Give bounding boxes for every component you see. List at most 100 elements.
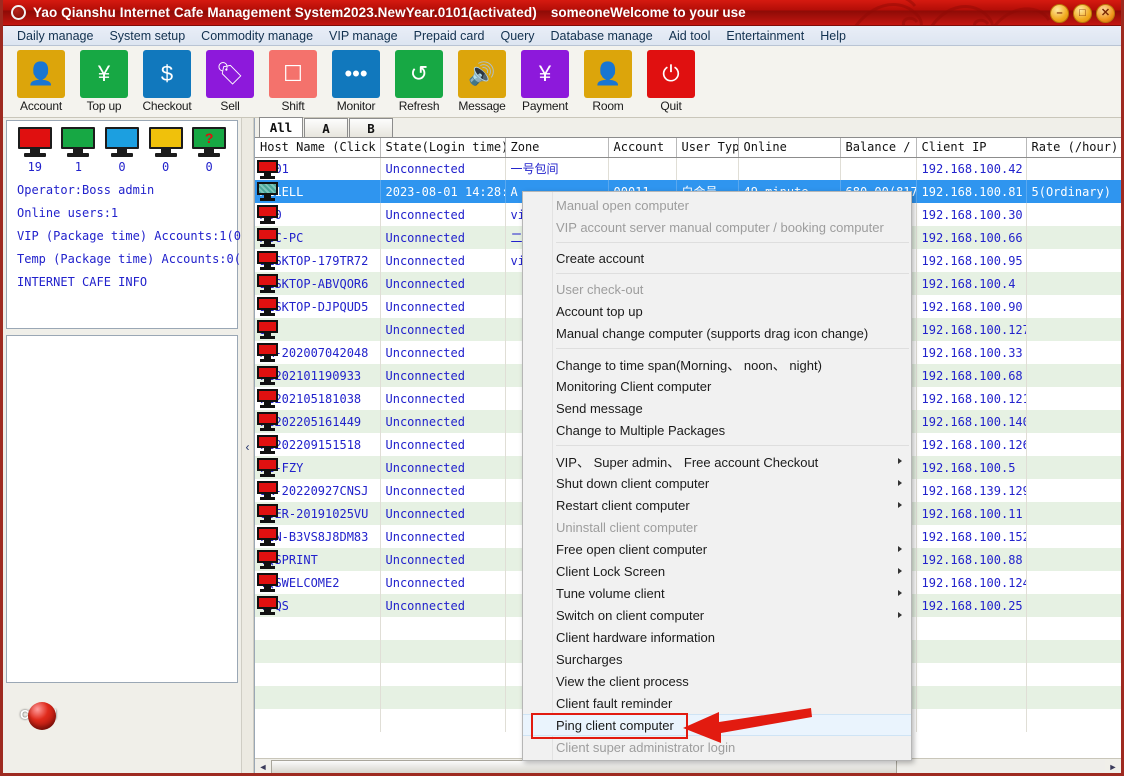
context-menu-item-free-open-client-computer[interactable]: Free open client computer xyxy=(523,538,911,560)
menu-item-prepaid-card[interactable]: Prepaid card xyxy=(406,28,493,44)
context-menu-item-change-to-multiple-packages[interactable]: Change to Multiple Packages xyxy=(523,419,911,441)
scroll-right-arrow-icon[interactable]: ► xyxy=(1105,759,1121,773)
toolbar-button-shift[interactable]: ☐ Shift xyxy=(265,50,321,113)
cell-rate xyxy=(1026,364,1121,387)
tab-b[interactable]: B xyxy=(349,118,393,137)
context-menu-item-switch-on-client-computer[interactable]: Switch on client computer xyxy=(523,604,911,626)
cell-host-name: A11ELL xyxy=(255,180,381,203)
menu-item-daily-manage[interactable]: Daily manage xyxy=(9,28,101,44)
toolbar-button-quit[interactable]: ⏻ Quit xyxy=(643,50,699,113)
context-menu-item-label: Ping client computer xyxy=(556,717,674,733)
context-menu-item-manual-open-computer: Manual open computer xyxy=(523,194,911,216)
monitor-status-2[interactable]: 0 xyxy=(100,127,144,174)
notes-panel[interactable] xyxy=(6,335,238,683)
menu-item-vip-manage[interactable]: VIP manage xyxy=(321,28,406,44)
toolbar-button-top-up[interactable]: ¥ Top up xyxy=(76,50,132,113)
menu-item-entertainment[interactable]: Entertainment xyxy=(718,28,812,44)
cell-host-name xyxy=(255,663,381,686)
cell-ip: 192.168.100.121 xyxy=(916,387,1027,410)
maximize-button[interactable]: □ xyxy=(1073,4,1092,23)
context-menu-item-tune-volume-client[interactable]: Tune volume client xyxy=(523,582,911,604)
context-menu-item-manual-change-computer-supports-drag-icon-change[interactable]: Manual change computer (supports drag ic… xyxy=(523,322,911,344)
column-header-0[interactable]: Host Name (Click So xyxy=(255,138,381,158)
vip-accounts-label: VIP (Package time) Accounts:1(0) xyxy=(17,229,249,243)
menu-item-help[interactable]: Help xyxy=(812,28,854,44)
cell-ip xyxy=(916,663,1027,686)
cell-state: Unconnected xyxy=(380,594,506,617)
menu-item-database-manage[interactable]: Database manage xyxy=(543,28,661,44)
column-header-5[interactable]: Online xyxy=(738,138,841,158)
cell-state: Unconnected xyxy=(380,272,506,295)
context-menu-item-change-to-time-span-morning-noon-night[interactable]: Change to time span(Morning、 noon、 night… xyxy=(523,353,911,375)
context-menu-item-create-account[interactable]: Create account xyxy=(523,247,911,269)
cell-host-name: MM-202007042048 xyxy=(255,341,381,364)
toolbar-button-account[interactable]: 👤 Account xyxy=(13,50,69,113)
context-menu-item-account-top-up[interactable]: Account top up xyxy=(523,300,911,322)
toolbar-button-sell[interactable]: 🏷 Sell xyxy=(202,50,258,113)
scroll-left-arrow-icon[interactable]: ◄ xyxy=(255,759,271,773)
cell-rate xyxy=(1026,226,1121,249)
menu-item-query[interactable]: Query xyxy=(492,28,542,44)
tab-all[interactable]: All xyxy=(259,117,303,137)
context-menu-item-label: Switch on client computer xyxy=(556,607,705,623)
context-menu-item-ping-client-computer[interactable]: Ping client computer xyxy=(523,714,911,736)
context-menu-item-restart-client-computer[interactable]: Restart client computer xyxy=(523,494,911,516)
toolbar-button-checkout[interactable]: $ Checkout xyxy=(139,50,195,113)
sidebar-collapse-handle[interactable]: ‹ xyxy=(241,118,254,773)
cell-rate xyxy=(1026,295,1121,318)
monitor-status-0[interactable]: 19 xyxy=(13,127,57,174)
context-menu-item-label: VIP account server manual computer / boo… xyxy=(556,219,884,235)
context-menu-item-client-lock-screen[interactable]: Client Lock Screen xyxy=(523,560,911,582)
context-menu-item-send-message[interactable]: Send message xyxy=(523,397,911,419)
cell-ip: 192.168.100.81 xyxy=(916,180,1027,203)
cell-rate xyxy=(1026,341,1121,364)
client-status-monitor-icon xyxy=(257,159,278,179)
cell-host-name: ABC-PC xyxy=(255,226,381,249)
cell-state: Unconnected xyxy=(380,502,506,525)
toolbar-button-payment[interactable]: ¥ Payment xyxy=(517,50,573,113)
monitor-status-1[interactable]: 1 xyxy=(57,127,101,174)
column-header-4[interactable]: User Typ xyxy=(676,138,739,158)
monitor-red-icon xyxy=(17,127,52,157)
menu-item-commodity-manage[interactable]: Commodity manage xyxy=(193,28,321,44)
column-header-6[interactable]: Balance / surp xyxy=(840,138,917,158)
context-menu-item-surcharges[interactable]: Surcharges xyxy=(523,648,911,670)
scrollbar-thumb[interactable] xyxy=(271,760,897,773)
toolbar-button-room[interactable]: 👤 Room xyxy=(580,50,636,113)
cloud-indicator-icon[interactable] xyxy=(28,702,56,730)
scrollbar-track[interactable] xyxy=(271,760,1105,773)
cell-state: 2023-08-01 14:28:41 xyxy=(380,180,506,203)
toolbar-button-message[interactable]: 🔊 Message xyxy=(454,50,510,113)
monitor-status-4[interactable]: ? 0 xyxy=(187,127,231,174)
minimize-button[interactable]: – xyxy=(1050,4,1069,23)
menu-item-aid-tool[interactable]: Aid tool xyxy=(661,28,719,44)
column-header-1[interactable]: State(Login time) xyxy=(380,138,506,158)
power-icon-glyph: ⏻ xyxy=(662,61,680,86)
column-header-2[interactable]: Zone xyxy=(505,138,609,158)
context-menu-item-shut-down-client-computer[interactable]: Shut down client computer xyxy=(523,472,911,494)
tab-a[interactable]: A xyxy=(304,118,348,137)
client-status-monitor-icon xyxy=(257,274,278,293)
column-header-3[interactable]: Account xyxy=(608,138,677,158)
cell-host-name xyxy=(255,640,381,663)
user-icon-glyph: 👤 xyxy=(594,61,622,86)
table-row[interactable]: A-01Unconnected一号包间 192.168.100.42 xyxy=(255,157,1121,180)
toolbar-button-monitor[interactable]: ••• Monitor xyxy=(328,50,384,113)
context-menu-item-client-hardware-information[interactable]: Client hardware information xyxy=(523,626,911,648)
column-header-7[interactable]: Client IP xyxy=(916,138,1027,158)
cell-host-name: DESKTOP-179TR72 xyxy=(255,249,381,272)
context-menu-item-view-the-client-process[interactable]: View the client process xyxy=(523,670,911,692)
column-header-8[interactable]: Rate (/hour) xyxy=(1026,138,1121,158)
toolbar-button-refresh[interactable]: ↺ Refresh xyxy=(391,50,447,113)
context-menu-item-vip-super-admin-free-account-checkout[interactable]: VIP、 Super admin、 Free account Checkout xyxy=(523,450,911,472)
cell-state: Unconnected xyxy=(380,295,506,318)
close-button[interactable]: ✕ xyxy=(1096,4,1115,23)
power-icon: ⏻ xyxy=(647,50,695,98)
cell-state: Unconnected xyxy=(380,157,506,180)
context-menu-item-monitoring-client-computer[interactable]: Monitoring Client computer xyxy=(523,375,911,397)
monitor-status-3[interactable]: 0 xyxy=(144,127,188,174)
client-status-monitor-icon xyxy=(257,527,278,546)
context-menu-item-client-fault-reminder[interactable]: Client fault reminder xyxy=(523,692,911,714)
submenu-chevron-right-icon xyxy=(898,612,902,618)
menu-item-system-setup[interactable]: System setup xyxy=(101,28,193,44)
